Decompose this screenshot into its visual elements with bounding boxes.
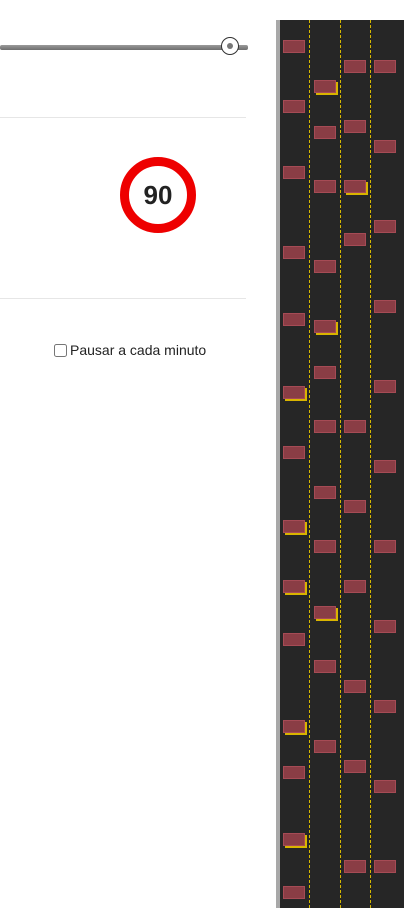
car [374, 300, 396, 313]
simulation-page: 90 Pausar a cada minuto [0, 0, 416, 908]
car [374, 860, 396, 873]
car [283, 886, 305, 899]
section-divider [0, 117, 246, 118]
car [374, 140, 396, 153]
car [314, 540, 336, 553]
car [344, 860, 366, 873]
car [314, 660, 336, 673]
pause-each-minute-label: Pausar a cada minuto [70, 342, 207, 358]
car [283, 720, 305, 733]
car [374, 60, 396, 73]
lane-divider-line [340, 20, 341, 908]
car [314, 740, 336, 753]
car [314, 366, 336, 379]
car [314, 126, 336, 139]
car [314, 420, 336, 433]
car [283, 766, 305, 779]
car [283, 100, 305, 113]
car [344, 760, 366, 773]
car [283, 633, 305, 646]
pause-each-minute-checkbox[interactable] [54, 343, 67, 357]
car [344, 60, 366, 73]
car [374, 380, 396, 393]
car [283, 580, 305, 593]
car [374, 540, 396, 553]
car [374, 620, 396, 633]
car [344, 233, 366, 246]
car [283, 446, 305, 459]
car [344, 580, 366, 593]
section-divider [0, 298, 246, 299]
car [283, 166, 305, 179]
car [283, 833, 305, 846]
speed-slider-thumb[interactable] [221, 37, 239, 55]
car [344, 680, 366, 693]
car [283, 313, 305, 326]
car [314, 486, 336, 499]
car [314, 80, 336, 93]
speed-slider-track[interactable] [0, 45, 248, 50]
car [344, 420, 366, 433]
car [344, 120, 366, 133]
lane-divider-line [370, 20, 371, 908]
car [283, 386, 305, 399]
traffic-road [276, 20, 404, 908]
car [344, 180, 366, 193]
car [314, 260, 336, 273]
car [344, 500, 366, 513]
speed-limit-value: 90 [143, 180, 173, 210]
car [314, 180, 336, 193]
car [283, 246, 305, 259]
pause-each-minute-option[interactable]: Pausar a cada minuto [54, 342, 206, 358]
car [314, 606, 336, 619]
speed-limit-sign: 90 [120, 157, 196, 233]
car [374, 220, 396, 233]
car [283, 40, 305, 53]
car [374, 460, 396, 473]
car [283, 520, 305, 533]
car [374, 780, 396, 793]
car [374, 700, 396, 713]
car [314, 320, 336, 333]
lane-divider-line [309, 20, 310, 908]
